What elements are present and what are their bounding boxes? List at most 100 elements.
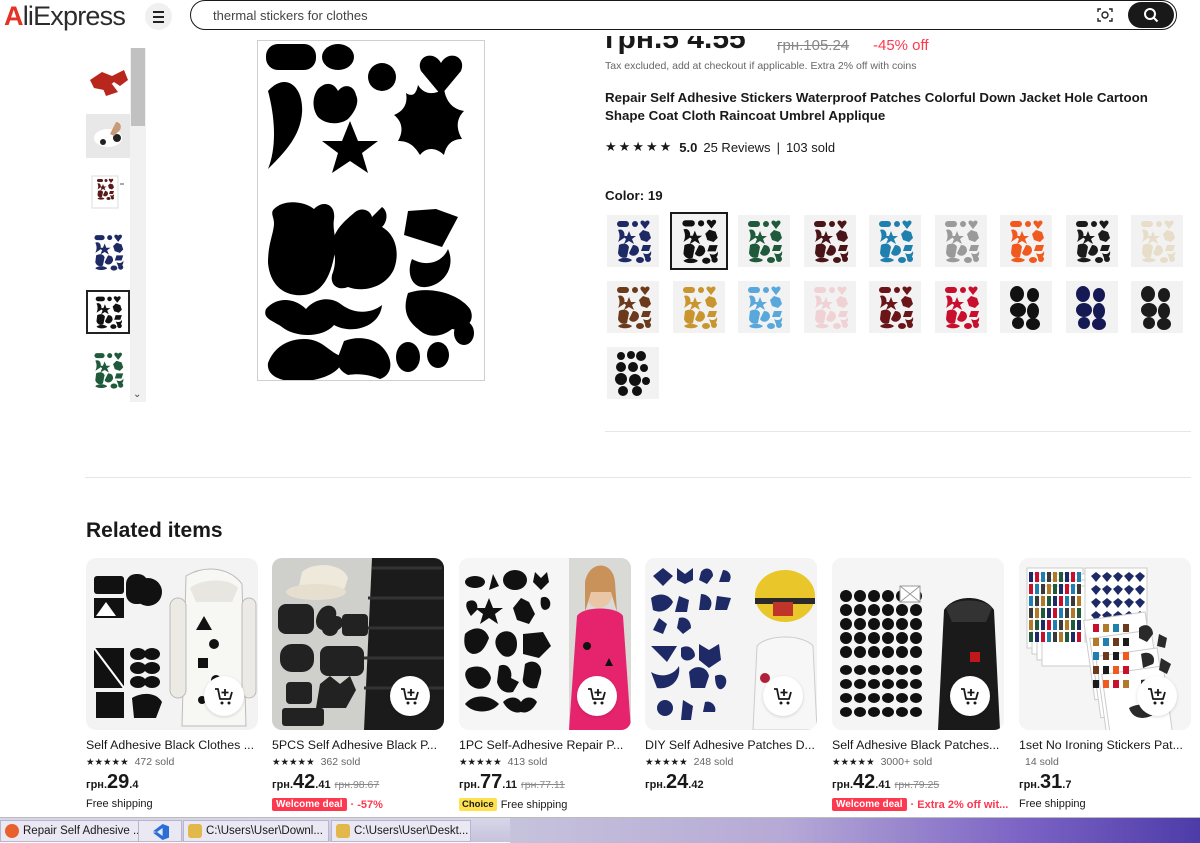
color-swatch[interactable] (869, 215, 921, 267)
color-swatch[interactable] (1131, 281, 1183, 333)
scrollbar-thumb[interactable] (131, 48, 145, 126)
add-to-cart-button[interactable] (390, 676, 430, 716)
separator: | (776, 139, 780, 155)
swatch-image (813, 286, 848, 329)
color-swatch[interactable] (607, 215, 659, 267)
swatch-image (813, 220, 848, 263)
color-swatch[interactable] (869, 281, 921, 333)
related-item-tags: Free shipping (1019, 798, 1086, 810)
color-swatch[interactable] (1000, 281, 1052, 333)
thumb-navy-patches[interactable] (86, 230, 130, 274)
currency: грн. (645, 779, 667, 791)
search-input[interactable]: thermal stickers for clothes (190, 0, 1177, 30)
related-item-sold: 472 sold (134, 756, 175, 768)
cart-plus-icon (401, 688, 419, 705)
color-swatch[interactable] (607, 347, 659, 399)
thumb-size-chart[interactable] (86, 170, 130, 214)
related-item-sold: 248 sold (693, 756, 734, 768)
taskbar: Repair Self Adhesive ... C:\Users\User\D… (0, 817, 1200, 843)
related-item-name[interactable]: DIY Self Adhesive Patches D... (645, 738, 817, 752)
free-shipping: Free shipping (1019, 798, 1086, 810)
currency: грн. (272, 779, 294, 791)
search-button[interactable] (1128, 2, 1174, 28)
color-swatch[interactable] (934, 281, 987, 333)
currency: грн. (86, 779, 108, 791)
thumbnail-image (95, 296, 122, 329)
related-item-meta: 14 sold (1019, 756, 1059, 768)
related-item-name[interactable]: 1PC Self-Adhesive Repair P... (459, 738, 631, 752)
related-item-card[interactable]: Self Adhesive Black Clothes ... ★★★★★ 47… (86, 558, 258, 818)
aliexpress-logo[interactable]: AliExpress (4, 1, 126, 32)
related-item-tags: Free shipping (86, 798, 153, 810)
swatch-image (615, 351, 650, 396)
related-item-card[interactable]: DIY Self Adhesive Patches D... ★★★★★ 248… (645, 558, 817, 818)
related-item-card[interactable]: 1PC Self-Adhesive Repair P... ★★★★★ 413 … (459, 558, 631, 818)
thumb-red-patches[interactable] (86, 60, 130, 104)
color-swatch[interactable] (934, 215, 987, 267)
color-swatch[interactable] (1131, 215, 1183, 267)
thumbnail-scrollbar[interactable]: ⌄ (130, 48, 146, 402)
add-to-cart-button[interactable] (577, 676, 617, 716)
taskbar-item-vscode[interactable] (138, 820, 182, 842)
taskbar-item-firefox[interactable]: Repair Self Adhesive ... (0, 820, 150, 842)
taskbar-item-label: Repair Self Adhesive ... (23, 825, 143, 837)
related-item-card[interactable]: 5PCS Self Adhesive Black P... ★★★★★ 362 … (272, 558, 444, 818)
related-item-name[interactable]: 1set No Ironing Stickers Pat... (1019, 738, 1191, 752)
related-item-price: грн.29.4 (86, 771, 138, 794)
price-main: 42 (293, 771, 316, 793)
hamburger-icon-line (153, 20, 164, 23)
color-swatch[interactable] (738, 281, 790, 333)
menu-button[interactable] (145, 3, 172, 30)
taskbar-item-explorer-downloads[interactable]: C:\Users\User\Downl... (183, 820, 329, 842)
color-swatch[interactable] (607, 281, 659, 333)
color-swatch[interactable] (803, 281, 856, 333)
welcome-deal-badge: Welcome deal (272, 798, 347, 811)
thumb-black-patches[interactable] (86, 290, 130, 334)
original-price: грн.105.24 (777, 37, 850, 54)
related-item-meta: ★★★★★ 248 sold (645, 756, 733, 768)
currency: грн. (832, 779, 854, 791)
color-swatch[interactable] (1000, 215, 1052, 267)
add-to-cart-button[interactable] (204, 676, 244, 716)
swatch-image (944, 220, 979, 263)
thumb-hand-applying[interactable] (86, 114, 130, 158)
color-swatch[interactable] (672, 281, 725, 333)
folder-icon (336, 824, 350, 838)
swatch-image (944, 286, 979, 329)
cart-plus-icon (774, 688, 792, 705)
star-rating-icon: ★★★★★ (605, 139, 674, 154)
add-to-cart-button[interactable] (950, 676, 990, 716)
related-item-tags: Welcome deal · -57% (272, 798, 383, 811)
chevron-down-icon[interactable]: ⌄ (133, 389, 141, 400)
swatch-image (1141, 286, 1171, 330)
search-icon (1144, 8, 1159, 23)
related-item-name[interactable]: 5PCS Self Adhesive Black P... (272, 738, 444, 752)
color-swatch[interactable] (1065, 215, 1118, 267)
extra-discount-text: -57% (357, 798, 383, 811)
current-price: грн.5 4.55 (605, 36, 746, 54)
color-swatch[interactable] (670, 212, 728, 270)
swatch-image (1010, 220, 1045, 263)
swatch-image (879, 286, 914, 329)
reviews-link[interactable]: 25 Reviews (703, 140, 770, 155)
related-item-card[interactable]: Self Adhesive Black Patches... ★★★★★ 300… (832, 558, 1008, 818)
thumb-green-patches[interactable] (86, 348, 130, 392)
related-item-name[interactable]: Self Adhesive Black Clothes ... (86, 738, 258, 752)
thumbnail-image (94, 352, 124, 389)
related-item-card[interactable]: 1set No Ironing Stickers Pat... 14 sold … (1019, 558, 1191, 818)
related-item-name[interactable]: Self Adhesive Black Patches... (832, 738, 1004, 752)
cart-plus-icon (215, 688, 233, 705)
color-swatch[interactable] (738, 215, 790, 267)
price-main: 29 (107, 771, 130, 793)
main-product-image[interactable] (257, 40, 485, 382)
price-main: 42 (853, 771, 876, 793)
related-item-sold: 14 sold (1025, 756, 1059, 768)
add-to-cart-button[interactable] (1137, 676, 1177, 716)
extra-discount: · -57% (350, 798, 383, 811)
swatch-image (1075, 220, 1110, 263)
add-to-cart-button[interactable] (763, 676, 803, 716)
image-search-icon[interactable] (1097, 7, 1113, 23)
color-swatch[interactable] (1065, 281, 1118, 333)
taskbar-item-explorer-desktop[interactable]: C:\Users\User\Deskt... (331, 820, 471, 842)
color-swatch[interactable] (803, 215, 856, 267)
